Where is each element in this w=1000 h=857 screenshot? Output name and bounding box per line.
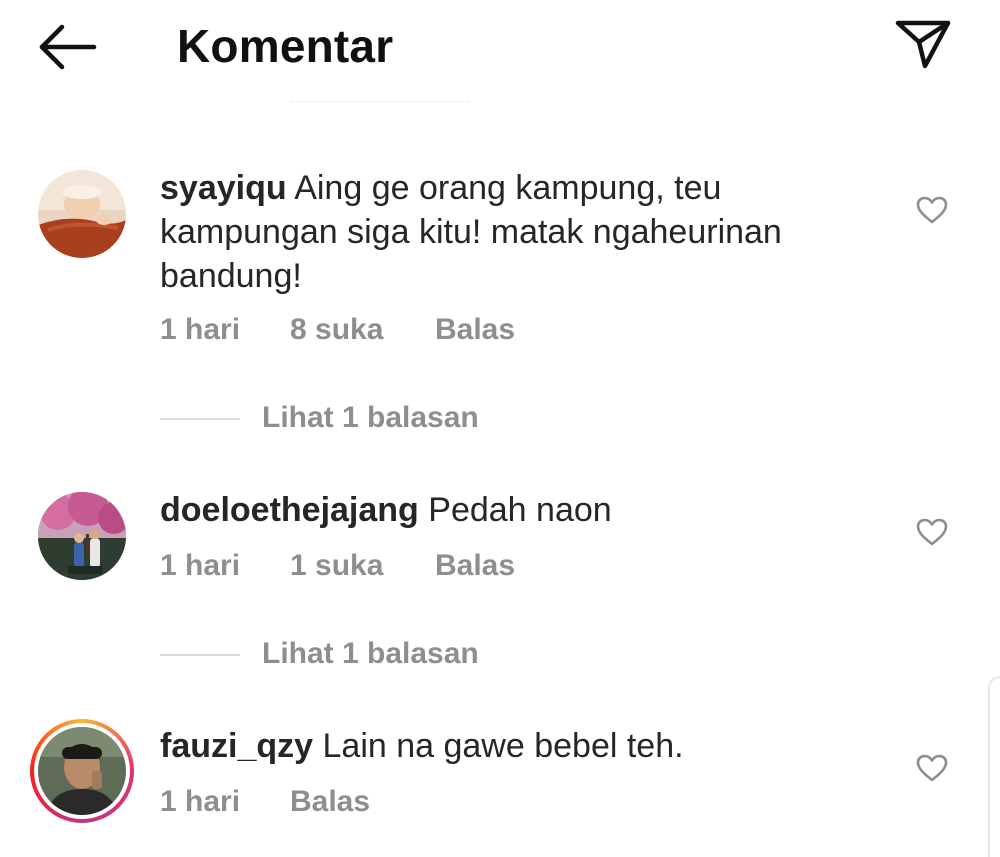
like-button[interactable] [915, 195, 949, 225]
back-button[interactable] [36, 22, 98, 72]
view-replies-button[interactable]: Lihat 1 balasan [160, 634, 479, 674]
story-ring[interactable] [30, 719, 134, 823]
paper-plane-icon [895, 20, 951, 69]
comment-content: Pedah naon [428, 491, 612, 529]
comment-time: 1 hari [160, 785, 241, 818]
reply-button[interactable]: Balas [290, 782, 370, 822]
comment-username[interactable]: fauzi_qzy [160, 727, 313, 765]
avatar[interactable] [38, 727, 126, 815]
replies-line [160, 418, 240, 421]
heart-icon [916, 518, 948, 546]
comment-content: Lain na gawe bebel teh. [322, 727, 684, 765]
comment-text: syayiqu Aing ge orang kampung, teu kampu… [160, 166, 860, 298]
reply-button[interactable]: Balas [435, 310, 515, 350]
share-button[interactable] [893, 18, 953, 70]
page-title: Komentar [177, 20, 394, 72]
comment-meta: 1 hari 1 suka Balas [160, 546, 515, 586]
view-replies-button[interactable]: Lihat 1 balasan [160, 398, 479, 438]
comment-meta: 1 hari Balas [160, 782, 370, 822]
view-replies-label: Lihat 1 balasan [262, 637, 479, 670]
comment-text: fauzi_qzy Lain na gawe bebel teh. [160, 724, 860, 768]
like-button[interactable] [915, 517, 949, 547]
avatar[interactable] [38, 170, 126, 258]
view-replies-label: Lihat 1 balasan [262, 401, 479, 434]
comment-likes[interactable]: 8 suka [290, 310, 435, 350]
replies-line [160, 654, 240, 657]
comment-username[interactable]: doeloethejajang [160, 491, 419, 529]
arrow-left-icon [39, 24, 97, 70]
comment-meta: 1 hari 8 suka Balas [160, 310, 515, 350]
top-bar: Komentar [0, 0, 1000, 95]
divider [290, 101, 470, 109]
comment-time: 1 hari [160, 549, 241, 582]
scroll-edge [988, 676, 1000, 857]
heart-icon [916, 754, 948, 782]
comment-username[interactable]: syayiqu [160, 169, 287, 207]
like-button[interactable] [915, 753, 949, 783]
heart-icon [916, 196, 948, 224]
avatar[interactable] [38, 492, 126, 580]
comment-likes[interactable]: 1 suka [290, 546, 435, 586]
reply-button[interactable]: Balas [435, 546, 515, 586]
comment-time: 1 hari [160, 313, 241, 346]
comment-text: doeloethejajang Pedah naon [160, 488, 860, 532]
comments-screen: Komentar syayiqu Aing ge orang kampung, … [0, 0, 1000, 857]
